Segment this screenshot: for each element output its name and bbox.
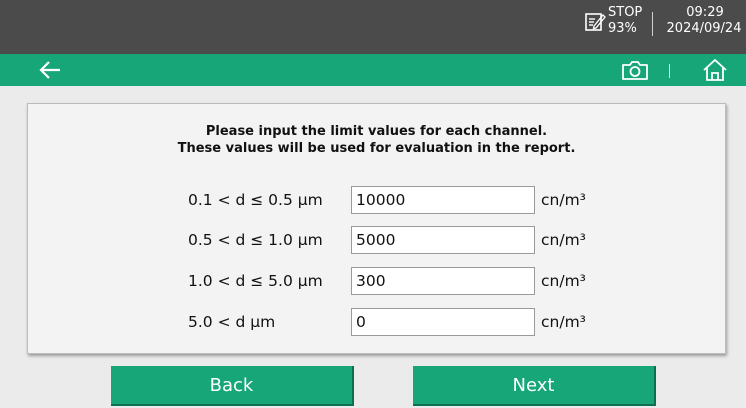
limit-values-panel: Please input the limit values for each c… — [27, 103, 726, 354]
report-edit-icon — [585, 13, 606, 31]
camera-icon[interactable] — [620, 58, 650, 82]
channel-unit: cn/m³ — [541, 191, 586, 209]
run-state-text: STOP — [608, 5, 643, 20]
home-icon[interactable] — [702, 57, 728, 83]
channel-label: 0.1 < d ≤ 0.5 µm — [188, 191, 323, 209]
status-bar: STOP 93% 09:29 2024/09/24 — [0, 0, 746, 54]
toolbar — [0, 54, 746, 86]
channel-unit: cn/m³ — [541, 272, 586, 290]
instruction-line-1: Please input the limit values for each c… — [205, 124, 548, 139]
channel-unit: cn/m³ — [541, 313, 586, 331]
channel-limit-input-1[interactable] — [351, 186, 535, 214]
channel-label: 5.0 < d µm — [188, 313, 276, 331]
channel-limit-input-2[interactable] — [351, 226, 535, 254]
status-divider — [652, 12, 653, 36]
channel-unit: cn/m³ — [541, 231, 586, 249]
channel-label: 1.0 < d ≤ 5.0 µm — [188, 272, 323, 290]
channel-label: 0.5 < d ≤ 1.0 µm — [188, 231, 323, 249]
toolbar-divider — [669, 64, 670, 78]
channel-row-2: 0.5 < d ≤ 1.0 µm cn/m³ — [28, 225, 725, 255]
channel-row-1: 0.1 < d ≤ 0.5 µm cn/m³ — [28, 185, 725, 215]
clock-date: 2024/09/24 — [666, 21, 742, 36]
arrow-left-icon[interactable] — [38, 59, 62, 81]
next-button[interactable]: Next — [413, 366, 656, 406]
channel-row-3: 1.0 < d ≤ 5.0 µm cn/m³ — [28, 266, 725, 296]
back-button[interactable]: Back — [111, 366, 354, 406]
channel-limit-input-4[interactable] — [351, 308, 535, 336]
instruction-line-2: These values will be used for evaluation… — [177, 141, 576, 156]
channel-row-4: 5.0 < d µm cn/m³ — [28, 307, 725, 337]
battery-level: 93% — [608, 21, 637, 36]
clock-time: 09:29 — [686, 5, 724, 20]
channel-limit-input-3[interactable] — [351, 267, 535, 295]
